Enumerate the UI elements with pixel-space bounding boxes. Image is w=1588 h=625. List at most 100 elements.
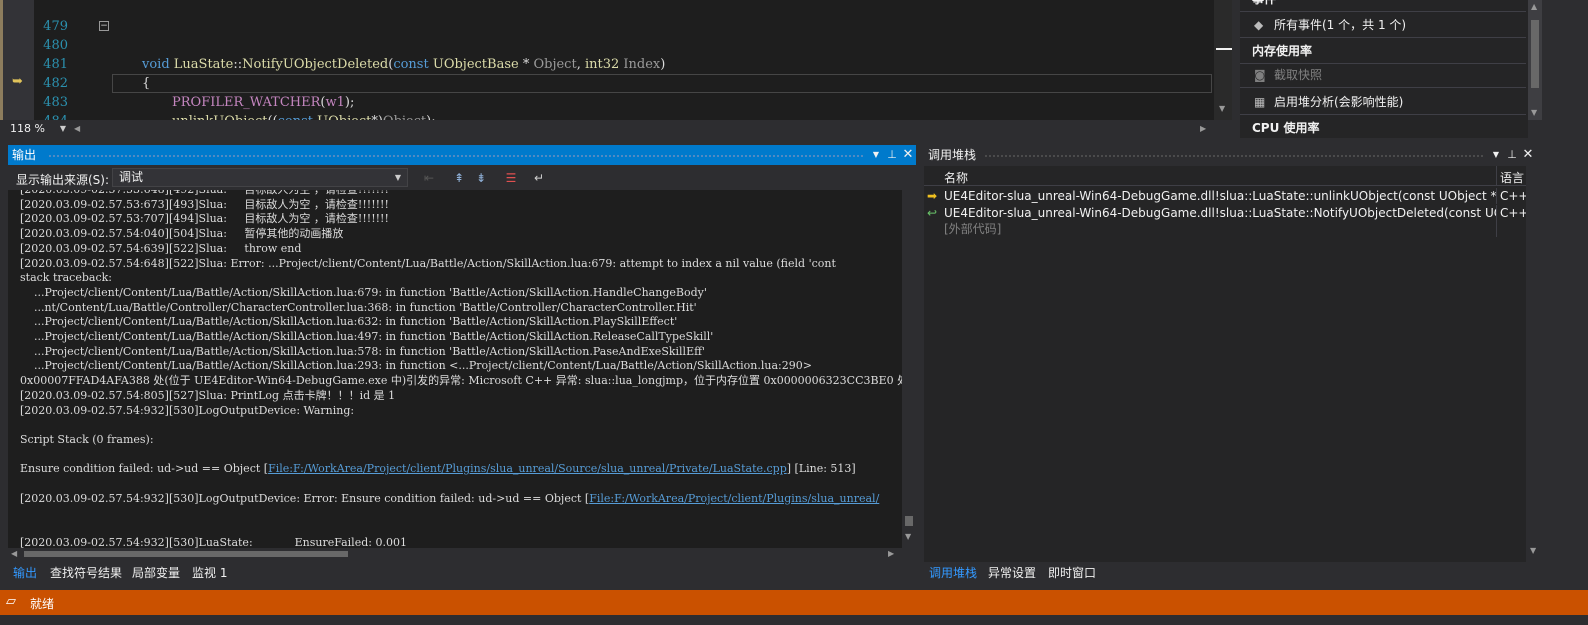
callstack-row[interactable]: ➡ UE4Editor-slua_unreal-Win64-DebugGame.… (924, 188, 1526, 204)
zoom-value: 118 % (10, 122, 45, 135)
output-line: [2020.03.09-02.57.54:639][522]Slua: thro… (20, 241, 302, 255)
callstack-header: 名称 语言 (924, 166, 1526, 186)
code-line: 479 (0, 0, 1214, 34)
current-frame-arrow-icon: ➡ (927, 189, 938, 203)
output-horizontal-scrollbar[interactable]: ◀ ▶ (8, 548, 902, 560)
all-events-item[interactable]: ◆ 所有事件(1 个，共 1 个) (1240, 12, 1526, 38)
zoom-dropdown[interactable]: 118 % ▼ (4, 121, 70, 137)
take-snapshot-label: 截取快照 (1274, 68, 1323, 82)
output-line: [2020.03.09-02.57.54:040][504]Slua: 暂停其他… (20, 227, 344, 241)
output-line: [2020.03.09-02.57.54:932][530]LogOutputD… (20, 403, 355, 417)
file-link[interactable]: File:F:/WorkArea/Project/client/Plugins/… (268, 462, 787, 475)
take-snapshot-button[interactable]: ◙ 截取快照 (1240, 62, 1526, 88)
tab-immediate-window[interactable]: 即时窗口 (1048, 564, 1096, 581)
clear-all-icon[interactable]: ☰ (502, 169, 520, 187)
pin-icon[interactable]: ⊥ (884, 145, 900, 165)
drag-grip[interactable] (984, 154, 1484, 158)
scroll-up-icon[interactable]: ▲ (1531, 2, 1537, 11)
frame-name: [外部代码] (944, 222, 1002, 236)
pin-icon[interactable]: ⊥ (1504, 145, 1520, 165)
scroll-down-icon[interactable]: ▼ (1219, 104, 1225, 113)
file-link[interactable]: File:F:/WorkArea/Project/client/Plugins/… (589, 492, 879, 505)
camera-icon: ◙ (1254, 68, 1266, 82)
events-icon: ◆ (1254, 18, 1264, 32)
output-panel-title: 输出 (12, 148, 37, 162)
heap-profiling-button[interactable]: ▦ 启用堆分析(会影响性能) (1240, 89, 1526, 115)
frame-language: C++ (1500, 189, 1526, 203)
code-line: 482 PROFILER_WATCHER(w1); (0, 55, 1214, 110)
column-divider[interactable] (1496, 166, 1497, 186)
diagnostic-tools-panel: 事件 ◆ 所有事件(1 个，共 1 个) 内存使用率 ◙ 截取快照 ▦ 启用堆分析(会… (1240, 0, 1528, 138)
callstack-panel-titlebar[interactable]: 调用堆栈 ▼ ⊥ ✕ (924, 145, 1542, 165)
output-line: ...Project/client/Content/Lua/Battle/Act… (20, 315, 678, 329)
callstack-row[interactable]: [外部代码] (924, 221, 1526, 237)
tab-exception-settings[interactable]: 异常设置 (988, 564, 1036, 581)
tab-output[interactable]: 输出 (13, 564, 37, 581)
output-source-value: 调试 (119, 170, 144, 184)
window-position-icon[interactable]: ▼ (1488, 145, 1504, 165)
status-ready-icon: ▱ (6, 594, 16, 609)
output-line: ...Project/client/Content/Lua/Battle/Act… (20, 344, 705, 358)
scroll-down-icon[interactable]: ▼ (1530, 546, 1536, 555)
code-editor[interactable]: ➥ − 479 480 void LuaState::NotifyUObject… (0, 0, 1232, 138)
output-line: ...Project/client/Content/Lua/Battle/Act… (20, 285, 707, 299)
previous-message-icon[interactable]: ⇞ (450, 169, 468, 187)
frame-language: C++ (1500, 206, 1526, 220)
output-line: [2020.03.09-02.57.54:805][527]Slua: Prin… (20, 388, 396, 402)
close-icon[interactable]: ✕ (900, 145, 916, 165)
next-message-icon[interactable]: ⇟ (472, 169, 490, 187)
status-bar: ▱ 就绪 (0, 590, 1588, 615)
drag-grip[interactable] (48, 154, 864, 158)
editor-vertical-scrollbar[interactable]: ▼ (1214, 0, 1232, 120)
all-events-label: 所有事件(1 个，共 1 个) (1274, 18, 1407, 32)
output-text-area[interactable]: [2020.03.09-02.57.53:648][492]Slua: 目标敌人… (8, 190, 902, 548)
memory-header: 内存使用率 (1240, 38, 1526, 64)
output-hscroll-thumb[interactable] (24, 551, 348, 557)
output-panel-titlebar[interactable]: 输出 ▼ ⊥ ✕ (8, 145, 916, 165)
output-line: [2020.03.09-02.57.53:673][493]Slua: 目标敌人… (20, 197, 389, 211)
scroll-right-icon[interactable]: ▶ (1200, 124, 1206, 133)
tab-watch-1[interactable]: 监视 1 (192, 564, 227, 581)
column-divider (1496, 188, 1497, 204)
code-line: 483 unlinkUObject((const UObject*)Object… (0, 74, 1214, 129)
column-header-language[interactable]: 语言 (1500, 169, 1524, 186)
column-header-name[interactable]: 名称 (944, 169, 968, 186)
scroll-left-icon[interactable]: ◀ (74, 124, 80, 133)
chevron-down-icon: ▼ (59, 124, 66, 133)
callstack-tab-strip: 调用堆栈 异常设置 即时窗口 (924, 562, 1542, 584)
callstack-vertical-scrollbar[interactable]: ▼ (1526, 166, 1542, 562)
tab-locals[interactable]: 局部变量 (132, 564, 180, 581)
word-wrap-icon[interactable]: ↵ (530, 169, 548, 187)
output-source-select[interactable]: 调试 ▼ (112, 168, 408, 187)
status-text: 就绪 (30, 597, 55, 611)
output-line: Script Stack (0 frames): (20, 432, 154, 446)
code-line: 480 void LuaState::NotifyUObjectDeleted(… (0, 17, 1214, 72)
scroll-position-marker (1216, 48, 1232, 50)
column-divider (1496, 205, 1497, 221)
output-tab-strip: 输出 查找符号结果 局部变量 监视 1 (8, 562, 916, 584)
scroll-down-icon[interactable]: ▼ (1531, 108, 1537, 117)
output-vertical-scrollbar[interactable]: ▼ (902, 190, 916, 548)
output-line: ...Project/client/Content/Lua/Battle/Act… (20, 359, 812, 373)
tab-call-stack[interactable]: 调用堆栈 (929, 564, 977, 581)
output-line: [2020.03.09-02.57.53:707][494]Slua: 目标敌人… (20, 212, 389, 226)
output-line: [2020.03.09-02.57.54:932][530]LuaState: … (20, 535, 407, 548)
output-toolbar: 显示输出来源(S): 调试 ▼ ⇤ ⇞ ⇟ ☰ ↵ (8, 166, 916, 190)
code-line: 484 } (0, 93, 1214, 138)
frame-name: UE4Editor-slua_unreal-Win64-DebugGame.dl… (944, 189, 1496, 203)
scroll-left-icon[interactable]: ◀ (11, 549, 17, 558)
output-line: stack traceback: (20, 271, 112, 285)
output-scroll-thumb[interactable] (905, 516, 913, 526)
tab-find-symbol-results[interactable]: 查找符号结果 (50, 564, 122, 581)
output-line: [2020.03.09-02.57.54:648][522]Slua: Erro… (20, 256, 836, 270)
column-divider (1496, 221, 1497, 237)
find-message-icon[interactable]: ⇤ (420, 169, 438, 187)
scroll-right-icon[interactable]: ▶ (888, 549, 894, 558)
close-icon[interactable]: ✕ (1520, 145, 1536, 165)
scroll-down-icon[interactable]: ▼ (905, 532, 911, 541)
callstack-row[interactable]: ↩ UE4Editor-slua_unreal-Win64-DebugGame.… (924, 205, 1526, 221)
window-position-icon[interactable]: ▼ (868, 145, 884, 165)
callstack-grid: 名称 语言 ➡ UE4Editor-slua_unreal-Win64-Debu… (924, 166, 1526, 562)
diagnostics-scroll-thumb[interactable] (1531, 20, 1539, 88)
cpu-header: CPU 使用率 (1240, 115, 1526, 138)
